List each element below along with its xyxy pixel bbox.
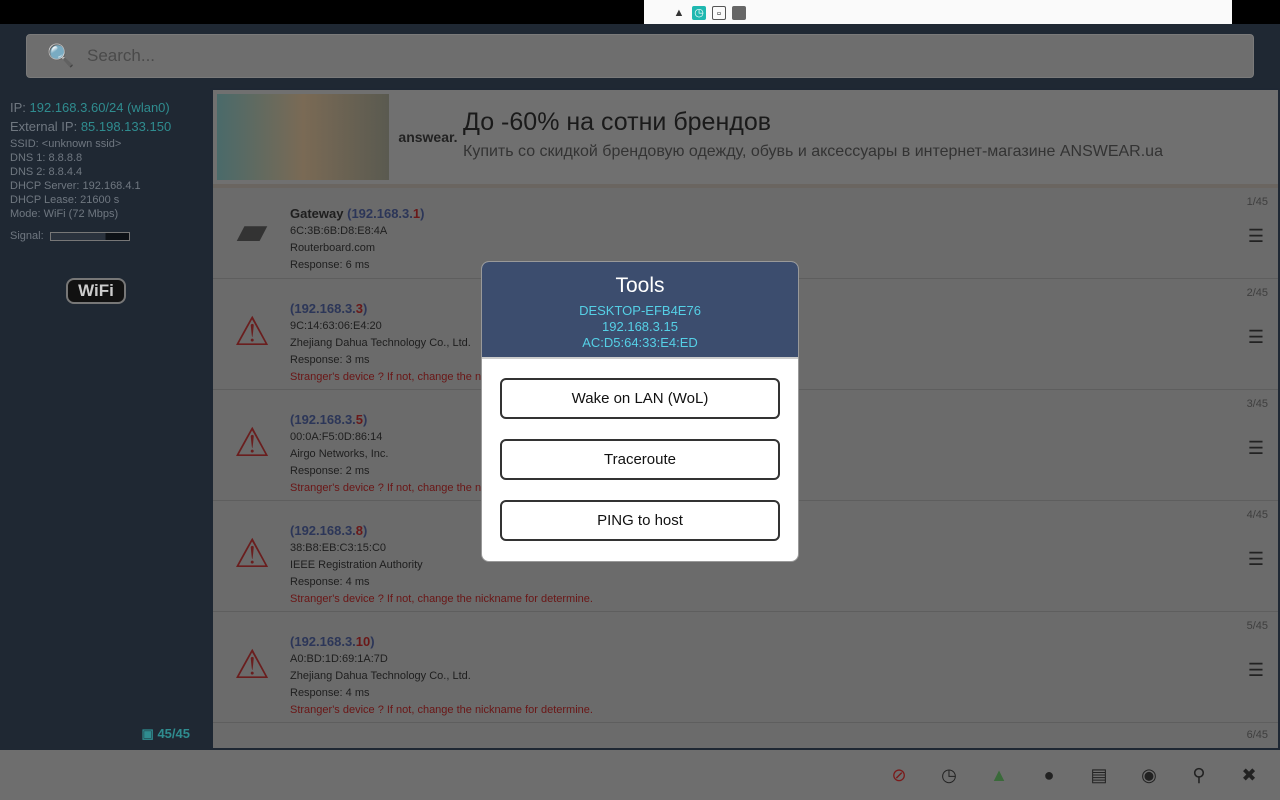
ssid: SSID: <unknown ssid> [10,138,122,150]
ip-last-octet: 10 [355,634,371,649]
wifi-logo: WiFi [66,278,126,304]
row-number: 5/45 [1246,620,1268,632]
external-ip-value: 85.198.133.150 [80,119,172,134]
devices-icon: ▣ [141,726,158,741]
dns1: DNS 1: 8.8.8.8 [10,152,83,164]
menu-icon[interactable]: ☰ [1248,549,1264,570]
dialog-title: Tools [615,274,665,297]
dialog-mac: AC:D5:64:33:E4:ED [582,335,698,350]
ip-prefix: 192.168.3. [294,301,356,316]
unknown-device-icon: ⚠ [234,643,270,687]
globe-icon[interactable]: ● [1036,762,1062,788]
ip-value: 192.168.3.60/24 (wlan0) [29,100,170,115]
calendar-icon[interactable]: ▤ [1086,762,1112,788]
row-number: 4/45 [1246,509,1268,521]
ip-prefix: 192.168.3. [294,523,356,538]
bottom-toolbar: ⊘ ◷ ▲ ● ▤ ◉ ⚲ ✖ [0,750,1280,800]
device-row[interactable]: 5/45 ⚠ (192.168.3.10) A0:BD:1D:69:1A:7D Z… [213,612,1278,723]
notification-strip: ▲ ◷ ▫ [644,0,1232,26]
device-warning: Stranger's device ? If not, change the n… [290,704,593,716]
unknown-device-icon: ⚠ [234,310,270,354]
ip-last-octet: 5 [355,412,364,427]
row-number: 3/45 [1246,398,1268,410]
ip-prefix: 192.168.3. [294,412,356,427]
device-count-text: 45/45 [157,726,190,741]
search-input[interactable] [87,46,987,66]
dialog-hostname: DESKTOP-EFB4E76 [579,303,701,318]
dialog-ip: 192.168.3.15 [602,319,678,334]
ip-label: IP: [10,100,30,115]
search-box[interactable]: 🔍 [26,34,1254,78]
search-icon[interactable]: ⚲ [1186,762,1212,788]
dhcp-lease: DHCP Lease: 21600 s [10,194,120,206]
device-ip: (192.168.3.8) [290,523,368,538]
row-number: 6/45 [1246,729,1268,741]
unknown-device-icon: ⚠ [234,421,270,465]
dhcp-server: DHCP Server: 192.168.4.1 [10,180,141,192]
device-vendor: Routerboard.com [290,242,375,254]
row-number: 2/45 [1246,287,1268,299]
signal-label: Signal: [10,230,44,242]
share-icon[interactable]: ◉ [1136,762,1162,788]
no-ads-icon[interactable]: ⊘ [886,762,912,788]
ip-last-octet: 3 [355,301,364,316]
device-ip: (192.168.3.3) [290,301,368,316]
ad-banner[interactable]: answear. До -60% на сотни брендов Купить … [213,90,1278,188]
traceroute-button[interactable]: Traceroute [500,439,780,480]
ad-subtitle: Купить со скидкой брендовую одежду, обув… [463,143,1163,160]
row-number: 1/45 [1246,196,1268,208]
ad-title: До -60% на сотни брендов [463,108,772,136]
drive-icon[interactable]: ▲ [986,762,1012,788]
warning-icon: ▲ [673,7,685,19]
save-icon: ▫ [712,6,726,20]
ip-last-octet: 1 [412,206,421,221]
device-row[interactable]: 6/45 [213,723,1278,747]
ad-image [217,94,389,180]
router-icon: ▰ [236,209,268,253]
device-nickname: Gateway [290,206,348,221]
image-icon [732,6,746,20]
device-mac: A0:BD:1D:69:1A:7D [290,653,388,665]
device-mac: 6C:3B:6B:D8:E8:4A [290,225,388,237]
menu-icon[interactable]: ☰ [1248,438,1264,459]
device-response: Response: 4 ms [290,576,370,588]
device-response: Response: 4 ms [290,687,370,699]
device-name: (192.168.3.10) [290,634,1278,649]
ip-prefix: 192.168.3. [294,634,356,649]
top-bar: 🔍 [0,24,1280,88]
external-ip-label: External IP: [10,119,81,134]
device-ip: (192.168.3.1) [347,206,425,221]
dns2: DNS 2: 8.8.4.4 [10,166,83,178]
wifi-mode: Mode: WiFi (72 Mbps) [10,208,119,220]
ip-last-octet: 8 [355,523,364,538]
signal-bar [49,231,130,241]
ad-logo: answear. [398,129,458,145]
ip-prefix: 192.168.3. [351,206,413,221]
menu-icon[interactable]: ☰ [1248,327,1264,348]
search-icon: 🔍 [47,43,75,68]
menu-icon[interactable]: ☰ [1248,660,1264,681]
tools-icon[interactable]: ✖ [1236,762,1262,788]
device-ip: (192.168.3.10) [290,634,375,649]
device-ip: (192.168.3.5) [290,412,368,427]
timer-icon[interactable]: ◷ [936,762,962,788]
menu-icon[interactable]: ☰ [1248,226,1264,247]
network-info-panel: IP: 192.168.3.60/24 (wlan0) External IP:… [0,88,210,750]
device-warning: Stranger's device ? If not, change the n… [290,593,593,605]
ping-button[interactable]: PING to host [500,500,780,541]
timer-icon: ◷ [692,6,706,20]
device-count: ▣ 45/45 [142,726,190,742]
wake-on-lan-button[interactable]: Wake on LAN (WoL) [500,378,780,419]
device-name: Gateway (192.168.3.1) [290,206,1278,221]
unknown-device-icon: ⚠ [234,532,270,576]
tools-dialog: Tools DESKTOP-EFB4E76 192.168.3.15 AC:D5… [481,261,799,562]
device-vendor: Zhejiang Dahua Technology Co., Ltd. [290,670,471,682]
